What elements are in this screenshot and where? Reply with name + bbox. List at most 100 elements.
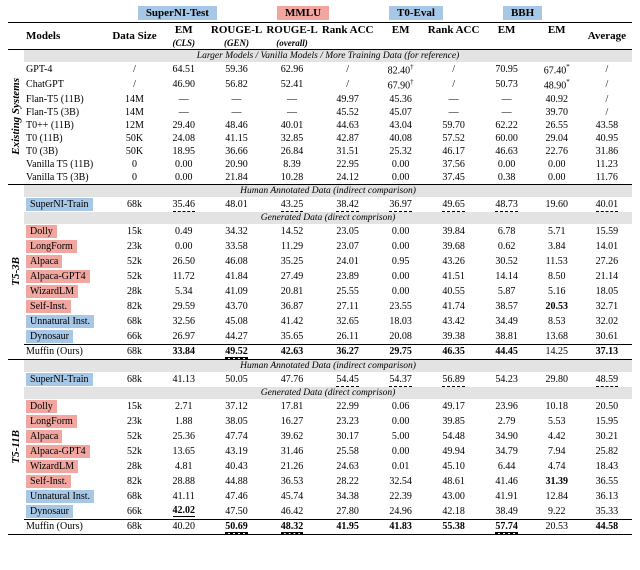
value-cell: 38.57 — [482, 299, 532, 314]
value-cell: 43.26 — [426, 254, 482, 269]
value-cell: 41.84 — [209, 269, 264, 284]
value-cell: 23.89 — [320, 269, 376, 284]
value-cell: 48.61 — [426, 474, 482, 489]
value-cell: 27.26 — [582, 254, 632, 269]
value-cell: 55.38 — [426, 519, 482, 534]
value-cell: 21.26 — [264, 459, 319, 474]
value-cell: 36.53 — [264, 474, 319, 489]
value-cell: 54.23 — [482, 372, 532, 387]
value-cell: 41.09 — [209, 284, 264, 299]
value-cell: / — [426, 62, 482, 77]
value-cell: 52.41 — [264, 77, 319, 92]
value-cell: 34.79 — [482, 444, 532, 459]
value-cell: 60.00 — [482, 132, 532, 145]
value-cell: 37.13 — [582, 344, 632, 359]
value-cell: 50.69 — [209, 519, 264, 534]
value-cell: 20.81 — [264, 284, 319, 299]
value-cell: 0.00 — [376, 239, 426, 254]
value-cell: 41.51 — [426, 269, 482, 284]
value-cell: 49.65 — [426, 197, 482, 212]
value-cell: 45.36 — [376, 93, 426, 106]
value-cell: 34.38 — [320, 489, 376, 504]
value-cell: 42.18 — [426, 504, 482, 520]
value-cell: 35.65 — [264, 329, 319, 345]
value-cell: 29.04 — [532, 132, 582, 145]
value-cell: 21.84 — [209, 171, 264, 185]
value-cell: 43.70 — [209, 299, 264, 314]
model-name: Self-Inst. — [24, 299, 110, 314]
value-cell: 56.82 — [209, 77, 264, 92]
value-cell: 32.56 — [159, 314, 209, 329]
value-cell: 45.52 — [320, 106, 376, 119]
value-cell: 11.72 — [159, 269, 209, 284]
value-cell: 22.95 — [320, 158, 376, 171]
value-cell: 62.22 — [482, 119, 532, 132]
value-cell: 30.21 — [582, 429, 632, 444]
value-cell: 18.95 — [159, 145, 209, 158]
value-cell: 30.17 — [320, 429, 376, 444]
data-size: 28k — [110, 284, 158, 299]
data-size: 0 — [110, 171, 158, 185]
value-cell: 40.08 — [376, 132, 426, 145]
model-name: LongForm — [24, 239, 110, 254]
value-cell: 5.87 — [482, 284, 532, 299]
value-cell: 28.88 — [159, 474, 209, 489]
value-cell: 70.95 — [482, 62, 532, 77]
value-cell: 29.80 — [532, 372, 582, 387]
value-cell: 22.39 — [376, 489, 426, 504]
value-cell: 32.54 — [376, 474, 426, 489]
value-cell: 16.27 — [264, 414, 319, 429]
value-cell: 10.18 — [532, 399, 582, 414]
value-cell: 40.20 — [159, 519, 209, 534]
value-cell: 46.35 — [426, 344, 482, 359]
value-cell: 32.71 — [582, 299, 632, 314]
data-size: 82k — [110, 474, 158, 489]
hdr-models: Models — [24, 23, 110, 50]
value-cell: 62.96 — [264, 62, 319, 77]
value-cell: 19.60 — [532, 197, 582, 212]
hdr-datasize: Data Size — [110, 23, 158, 50]
data-size: 68k — [110, 344, 158, 359]
value-cell: 43.42 — [426, 314, 482, 329]
value-cell: 0.00 — [159, 239, 209, 254]
value-cell: 0.38 — [482, 171, 532, 185]
model-pill: WizardLM — [26, 285, 78, 298]
value-cell: 18.43 — [582, 459, 632, 474]
tag-bbh: BBH — [503, 6, 542, 20]
value-cell: 48.59 — [582, 372, 632, 387]
value-cell: 59.36 — [209, 62, 264, 77]
value-cell: 21.14 — [582, 269, 632, 284]
value-cell: 40.01 — [264, 119, 319, 132]
model-name: T0 (3B) — [24, 145, 110, 158]
value-cell: 40.95 — [582, 132, 632, 145]
model-name: Unnatural Inst. — [24, 314, 110, 329]
value-cell: / — [320, 62, 376, 77]
value-cell: 13.65 — [159, 444, 209, 459]
value-cell: 0.00 — [159, 158, 209, 171]
model-pill: Alpaca-GPT4 — [26, 270, 90, 283]
value-cell: 37.12 — [209, 399, 264, 414]
model-name: LongForm — [24, 414, 110, 429]
data-size: 23k — [110, 239, 158, 254]
value-cell: 30.61 — [582, 329, 632, 345]
value-cell: 10.28 — [264, 171, 319, 185]
hdr-rouge-overall: ROUGE-L — [264, 23, 319, 38]
section-header: Larger Models / Vanilla Models / More Tr… — [24, 50, 632, 63]
value-cell: 67.40* — [532, 62, 582, 77]
value-cell: 12.84 — [532, 489, 582, 504]
group-label: T5-3B — [8, 257, 24, 286]
value-cell: 48.90* — [532, 77, 582, 92]
value-cell: 3.84 — [532, 239, 582, 254]
value-cell: 5.00 — [376, 429, 426, 444]
value-cell: 25.55 — [320, 284, 376, 299]
value-cell: 23.96 — [482, 399, 532, 414]
value-cell: 42.02 — [159, 504, 209, 520]
model-name: Dolly — [24, 224, 110, 239]
value-cell: 15.95 — [582, 414, 632, 429]
value-cell: 27.80 — [320, 504, 376, 520]
tag-superni: SuperNI-Test — [138, 6, 217, 20]
value-cell: / — [582, 77, 632, 92]
value-cell: 25.82 — [582, 444, 632, 459]
model-pill: Dolly — [26, 400, 57, 413]
value-cell: / — [582, 93, 632, 106]
